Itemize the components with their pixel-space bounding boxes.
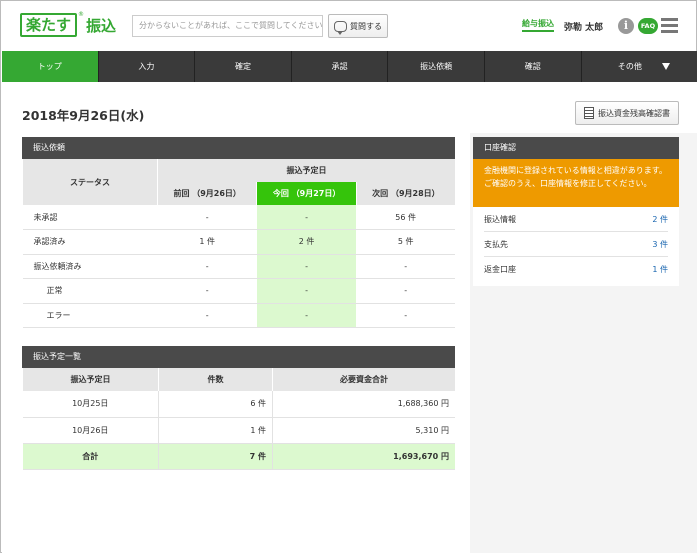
account-item-value-link[interactable]: 2 件 — [652, 207, 668, 231]
table-cell: 1 件 — [158, 417, 273, 444]
list-item: 支払先 3 件 — [484, 232, 668, 257]
table-row: 10月26日 1 件 5,310 円 — [22, 417, 455, 444]
ask-question-label: 質問する — [350, 21, 382, 31]
table-cell: 1,688,360 円 — [272, 391, 455, 418]
account-item-value-link[interactable]: 3 件 — [652, 232, 668, 256]
panel-title: 振込依頼 — [22, 137, 455, 159]
status-normal-label: 正常 — [22, 278, 158, 304]
nav-item-transfer-request[interactable]: 振込依頼 — [388, 51, 485, 82]
column-today: 今回 （9月27日） — [256, 182, 357, 205]
nav-item-input[interactable]: 入力 — [99, 51, 196, 82]
table-cell: 7 件 — [158, 443, 273, 470]
table-cell: - — [256, 205, 357, 230]
table-row: 未承認 - - 56 件 — [22, 205, 455, 230]
account-alert: 金融機関に登録されている情報と相違があります。 ご確認のうえ、口座情報を修正して… — [473, 159, 679, 207]
account-item-label: 振込情報 — [484, 215, 516, 224]
panel-title: 振込予定一覧 — [22, 346, 455, 368]
nav-item-other-label: その他 — [617, 62, 642, 71]
account-list: 振込情報 2 件 支払先 3 件 返金口座 1 件 — [473, 207, 679, 286]
document-icon — [584, 107, 594, 119]
table-cell-link[interactable]: 5 件 — [356, 229, 455, 255]
table-cell: 6 件 — [158, 391, 273, 418]
table-cell: - — [157, 278, 257, 304]
info-icon[interactable]: i — [618, 18, 634, 34]
main-nav: トップ 入力 確定 承認 振込依頼 確認 その他 — [2, 51, 697, 82]
salary-transfer-link[interactable]: 給与振込 — [522, 18, 554, 32]
table-cell: 合計 — [22, 443, 159, 470]
column-amount: 必要資金合計 — [272, 368, 455, 391]
app-logo[interactable]: 楽たす ® 振込 — [20, 11, 117, 37]
list-item: 返金口座 1 件 — [484, 257, 668, 282]
table-cell: - — [157, 303, 257, 328]
table-cell: - — [356, 303, 455, 328]
alert-line: ご確認のうえ、口座情報を修正してください。 — [484, 179, 652, 188]
table-cell-link[interactable]: 56 件 — [356, 205, 455, 230]
ask-question-button[interactable]: 質問する — [328, 14, 388, 38]
table-cell: - — [157, 254, 257, 279]
table-row: 振込依頼済み - - - — [22, 254, 455, 279]
column-count: 件数 — [158, 368, 273, 391]
main-content: 2018年9月26日(水) 振込資金残高確認書 振込依頼 ステータス 振込予定日… — [2, 82, 697, 553]
account-check-panel: 口座確認 金融機関に登録されている情報と相違があります。 ご確認のうえ、口座情報… — [473, 137, 679, 286]
table-cell: - — [157, 205, 257, 230]
table-cell: - — [356, 254, 455, 279]
account-item-value-link[interactable]: 1 件 — [652, 257, 668, 282]
page-title: 2018年9月26日(水) — [22, 108, 145, 123]
header: 楽たす ® 振込 分からないことがあれば、ここで質問してください 質問する 給与… — [1, 1, 696, 51]
logo-main: 楽たす — [20, 13, 78, 37]
schedule-panel: 振込予定一覧 振込予定日 件数 必要資金合計 10月25日 6 件 1,688,… — [22, 346, 455, 470]
column-next: 次回 （9月28日） — [355, 182, 455, 205]
faq-icon[interactable]: FAQ — [638, 18, 658, 34]
status-requested-link[interactable]: 振込依頼済み — [22, 254, 158, 279]
app-window: 楽たす ® 振込 分からないことがあれば、ここで質問してください 質問する 給与… — [0, 0, 697, 553]
status-unapproved-link[interactable]: 未承認 — [22, 205, 158, 230]
list-menu-icon[interactable] — [661, 18, 678, 34]
table-cell: - — [256, 303, 357, 328]
user-name: 弥勒 太郎 — [564, 23, 604, 33]
nav-item-other[interactable]: その他 — [582, 51, 679, 82]
account-item-label: 返金口座 — [484, 265, 516, 274]
schedule-table: 振込予定日 件数 必要資金合計 10月25日 6 件 1,688,360 円 1… — [22, 368, 455, 470]
transfer-request-panel: 振込依頼 ステータス 振込予定日 前回 （9月26日） 今回 （9月27日） 次… — [22, 137, 455, 328]
speech-bubble-icon — [334, 20, 347, 35]
total-row: 合計 7 件 1,693,670 円 — [22, 443, 455, 470]
table-cell: - — [256, 278, 357, 304]
table-row: 正常 - - - — [22, 278, 455, 304]
status-approved-link[interactable]: 承認済み — [22, 229, 158, 255]
alert-line: 金融機関に登録されている情報と相違があります。 — [484, 166, 667, 175]
table-cell: 10月25日 — [22, 391, 159, 418]
table-row: 承認済み 1 件 2 件 5 件 — [22, 229, 455, 255]
column-previous: 前回 （9月26日） — [156, 182, 257, 205]
balance-certificate-label: 振込資金残高確認書 — [598, 108, 670, 118]
caret-down-icon — [662, 63, 671, 70]
nav-item-approve[interactable]: 承認 — [292, 51, 389, 82]
logo-registered-mark: ® — [78, 11, 85, 18]
search-input[interactable]: 分からないことがあれば、ここで質問してください — [132, 15, 323, 37]
table-cell: 5,310 円 — [272, 417, 455, 444]
list-item: 振込情報 2 件 — [484, 207, 668, 232]
table-cell-link[interactable]: 2 件 — [256, 229, 357, 255]
status-header: ステータス — [22, 159, 158, 205]
logo-sub: 振込 — [86, 16, 117, 35]
table-cell: - — [256, 254, 357, 279]
table-cell: - — [356, 278, 455, 304]
table-row: 10月25日 6 件 1,688,360 円 — [22, 391, 455, 418]
table-cell-link[interactable]: 1 件 — [157, 229, 257, 255]
table-cell: 1,693,670 円 — [272, 443, 455, 470]
scheduled-date-header: 振込予定日 — [157, 159, 455, 182]
transfer-request-table: ステータス 振込予定日 前回 （9月26日） 今回 （9月27日） 次回 （9月… — [22, 159, 455, 328]
nav-item-check[interactable]: 確認 — [485, 51, 582, 82]
column-date: 振込予定日 — [22, 368, 159, 391]
table-row: エラー - - - — [22, 303, 455, 328]
nav-item-confirm[interactable]: 確定 — [195, 51, 292, 82]
nav-item-top[interactable]: トップ — [2, 51, 99, 82]
status-error-label: エラー — [22, 303, 158, 328]
account-item-label: 支払先 — [484, 240, 508, 249]
table-cell: 10月26日 — [22, 417, 159, 444]
panel-title: 口座確認 — [473, 137, 679, 159]
balance-certificate-button[interactable]: 振込資金残高確認書 — [575, 101, 679, 125]
